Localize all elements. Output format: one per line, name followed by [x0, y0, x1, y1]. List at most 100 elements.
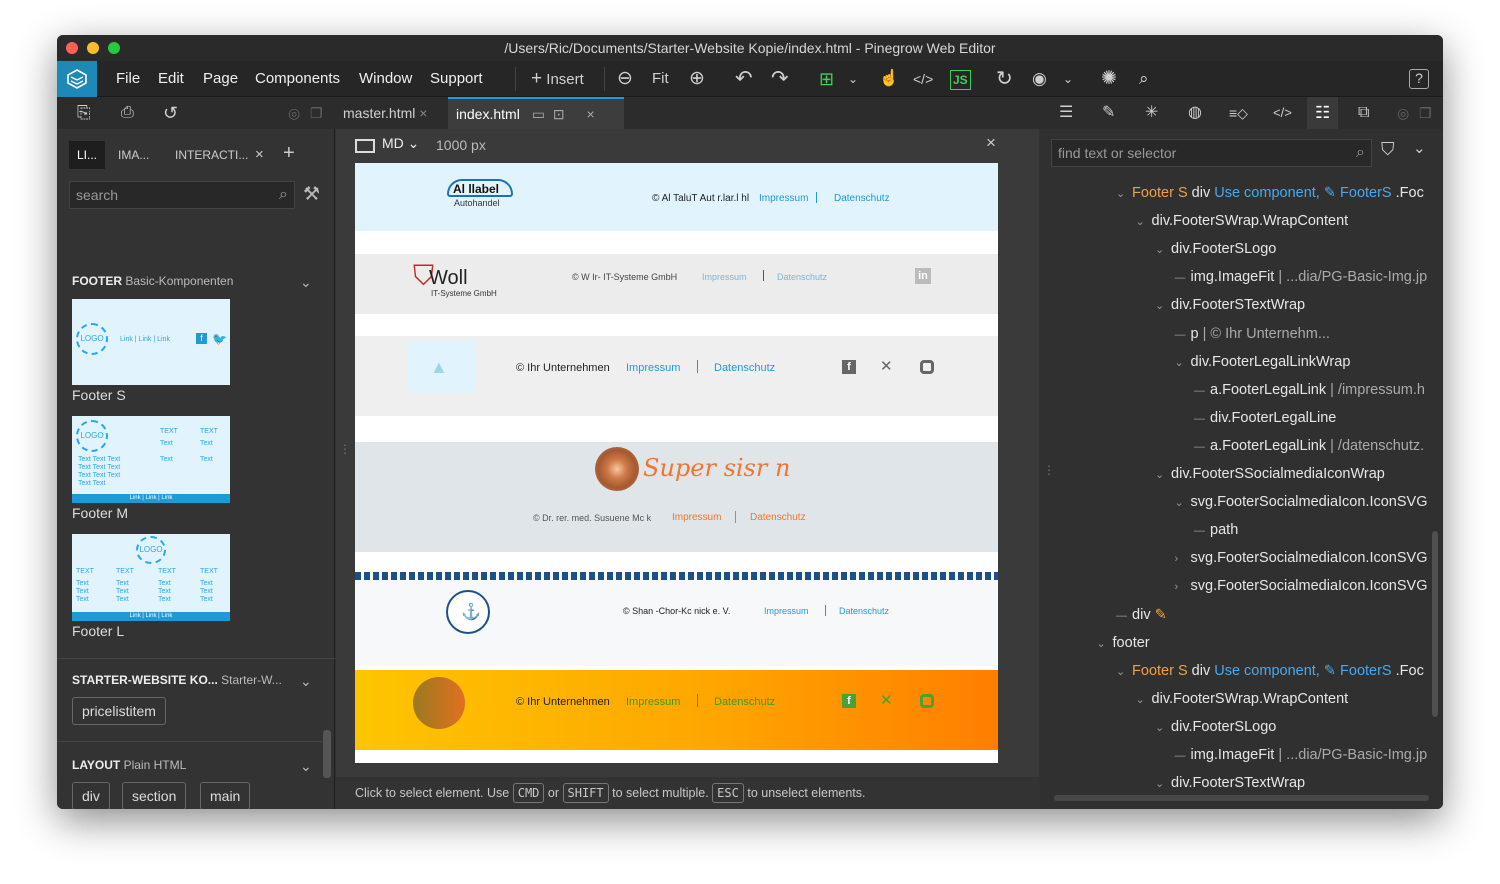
add-page-icon[interactable]: ⊡ [553, 106, 565, 122]
footer-autohandel[interactable]: Al llabel Autohandel © Al TaluT Aut r.la… [355, 163, 998, 231]
footer-gradient[interactable]: © Ihr Unternehmen Impressum Datenschutz … [355, 670, 998, 750]
tree-node[interactable]: ⌄ div.FooterSSocialmediaIconWrap [1155, 460, 1385, 488]
properties-icon[interactable]: ☰ [1051, 97, 1081, 129]
tree-toggle-icon[interactable]: ⌄ [1136, 686, 1148, 714]
tree-toggle-icon[interactable]: ⌄ [1136, 208, 1148, 236]
tree-node[interactable]: — img.ImageFit | ...dia/PG-Basic-Img.jp [1175, 263, 1428, 291]
tree-toggle-icon[interactable]: ⌄ [1175, 349, 1187, 377]
tree-scrollbar[interactable] [1432, 531, 1438, 717]
help-icon[interactable]: ? [1409, 69, 1429, 89]
breakpoint-select[interactable]: MD ⌄ [382, 135, 419, 152]
tree-node[interactable]: ⌄ Footer S div Use component, ✎ FooterS … [1116, 657, 1424, 685]
device-icon[interactable] [355, 139, 375, 153]
tree-icon[interactable]: ☷ [1307, 97, 1339, 129]
actions-icon[interactable]: ≡◇ [1221, 97, 1256, 129]
tree-node[interactable]: — a.FooterLegalLink | /impressum.h [1194, 376, 1425, 404]
footer-section-header[interactable]: FOOTER Basic-Komponenten ⌄ [72, 274, 312, 290]
copy-icon[interactable]: ❐ [1411, 97, 1440, 129]
tree-node[interactable]: ⌄ div.FooterSWrap.WrapContent [1136, 207, 1349, 235]
chevron-down-icon[interactable]: ⌄ [300, 758, 312, 775]
tree-toggle-icon[interactable]: ⌄ [1155, 236, 1167, 264]
left-scrollbar[interactable] [323, 730, 331, 778]
tree-horizontal-scrollbar[interactable] [1054, 795, 1429, 801]
insert-button[interactable]: + Insert [531, 67, 584, 91]
tree-node[interactable]: › svg.FooterSocialmediaIcon.IconSVG [1175, 544, 1428, 572]
div-chip[interactable]: div [72, 782, 110, 809]
tree-node[interactable]: — div.FooterLegalLine [1194, 404, 1336, 432]
js-button[interactable]: JS [950, 70, 971, 90]
menu-edit[interactable]: Edit [158, 61, 184, 97]
refresh-icon[interactable]: ↻ [996, 67, 1013, 91]
tree-toggle-icon[interactable]: ⌄ [1116, 658, 1128, 686]
menu-support[interactable]: Support [430, 61, 483, 97]
tab-index-html[interactable]: index.html ▭ ⊡ × [448, 97, 624, 129]
footer-m-thumbnail[interactable]: LOGO TEXT TEXT Text Text Text Text Text … [72, 416, 230, 503]
tab-images[interactable]: IMA... [118, 141, 149, 169]
minimize-window-button[interactable] [87, 42, 99, 54]
footer-woll[interactable]: ⛉ Woll IT-Systeme GmbH © W Ir- IT-System… [355, 254, 998, 314]
footer-basic[interactable]: ▲ © Ihr Unternehmen Impressum Datenschut… [355, 336, 998, 416]
tree-node[interactable]: ⌄ div.FooterLegalLinkWrap [1175, 348, 1351, 376]
reload-icon[interactable]: ↺ [155, 97, 186, 129]
footer-l-thumbnail[interactable]: LOGO TEXT TEXT TEXT TEXT Text Text Text … [72, 534, 230, 621]
tree-node[interactable]: — div ✎ [1116, 601, 1167, 629]
tree-toggle-icon[interactable]: ⌄ [1175, 489, 1187, 517]
tree-toggle-icon[interactable]: ⌄ [1155, 461, 1167, 489]
tab-interactions[interactable]: INTERACTI... [175, 141, 248, 169]
tree-node[interactable]: ⌄ div.FooterSLogo [1155, 713, 1276, 741]
close-icon[interactable]: × [986, 133, 996, 153]
drag-handle[interactable]: ⋮ [1043, 463, 1055, 477]
export-icon[interactable]: ⎘ [69, 97, 99, 129]
tree-node[interactable]: ⌄ div.FooterSTextWrap [1155, 291, 1305, 319]
tree-node[interactable]: ⌄ div.FooterSTextWrap [1155, 769, 1305, 797]
linkedin-icon[interactable]: in [915, 268, 931, 284]
main-chip[interactable]: main [200, 782, 251, 809]
sparkle-icon[interactable]: ✳ [1137, 97, 1166, 129]
filter-icon[interactable]: ⛉ [1381, 139, 1395, 160]
tree-node[interactable]: — a.FooterLegalLink | /datenschutz. [1194, 432, 1424, 460]
chevron-down-icon[interactable]: ⌄ [300, 673, 312, 690]
chevron-down-icon[interactable]: ⌄ [1063, 67, 1073, 91]
tab-master-html[interactable]: master.html × [335, 97, 435, 129]
drag-handle[interactable]: ⋮ [339, 443, 351, 455]
footer-supervision[interactable]: Super sisr n © Dr. rer. med. Susuene Mc … [355, 442, 998, 552]
tools-icon[interactable]: ⚒ [303, 183, 320, 206]
maximize-window-button[interactable] [108, 42, 120, 54]
tree-node[interactable]: — p | © Ihr Unternehm... [1175, 320, 1330, 348]
x-icon[interactable]: ✕ [880, 357, 893, 375]
footer-s-thumbnail[interactable]: LOGO Link | Link | Link f 🐦 [72, 299, 230, 385]
search-icon[interactable]: ⌕ [1139, 67, 1149, 91]
facebook-icon[interactable]: f [842, 694, 856, 708]
menu-page[interactable]: Page [203, 61, 238, 97]
facebook-icon[interactable]: f [842, 360, 856, 374]
chevron-down-icon[interactable]: ⌄ [1413, 139, 1426, 157]
close-icon[interactable]: × [419, 105, 427, 121]
tree-node[interactable]: ⌄ div.FooterSWrap.WrapContent [1136, 685, 1349, 713]
library-search-input[interactable]: search ⌕ [69, 181, 295, 209]
tree-node[interactable]: ⌄ Footer S div Use component, ✎ FooterS … [1116, 179, 1424, 207]
section-chip[interactable]: section [122, 782, 187, 809]
close-window-button[interactable] [66, 42, 78, 54]
tree-node[interactable]: ⌄ div.FooterSLogo [1155, 235, 1276, 263]
x-icon[interactable]: ✕ [880, 691, 893, 709]
hand-pointer-icon[interactable]: ☝ [879, 67, 899, 91]
grid-icon[interactable]: ⊞ [819, 67, 834, 91]
menu-components[interactable]: Components [255, 61, 340, 97]
chevron-down-icon[interactable]: ⌄ [300, 274, 312, 291]
responsive-icon[interactable]: ▭ [532, 106, 545, 122]
zoom-in-icon[interactable]: ⊕ [689, 67, 705, 91]
tree-node[interactable]: — img.ImageFit | ...dia/PG-Basic-Img.jp [1175, 741, 1428, 769]
close-icon[interactable]: × [255, 141, 264, 169]
tree-search-input[interactable]: find text or selector ⌕ [1051, 139, 1372, 167]
library-icon[interactable]: ⧉ [1350, 97, 1377, 129]
add-tab-icon[interactable]: + [283, 139, 295, 167]
tree-toggle-icon[interactable]: ⌄ [1155, 292, 1167, 320]
pinegrow-logo-icon[interactable] [57, 61, 97, 97]
instagram-icon[interactable] [920, 694, 934, 708]
tree-node[interactable]: ⌄ footer [1097, 629, 1150, 657]
redo-icon[interactable]: ↷ [771, 67, 789, 91]
copy-icon[interactable]: ❐ [302, 97, 331, 129]
code-icon[interactable]: </> [1265, 97, 1300, 129]
wordpress-icon[interactable]: ✺ [1101, 67, 1117, 91]
tree-node[interactable]: ⌄ svg.FooterSocialmediaIcon.IconSVG [1175, 488, 1428, 516]
